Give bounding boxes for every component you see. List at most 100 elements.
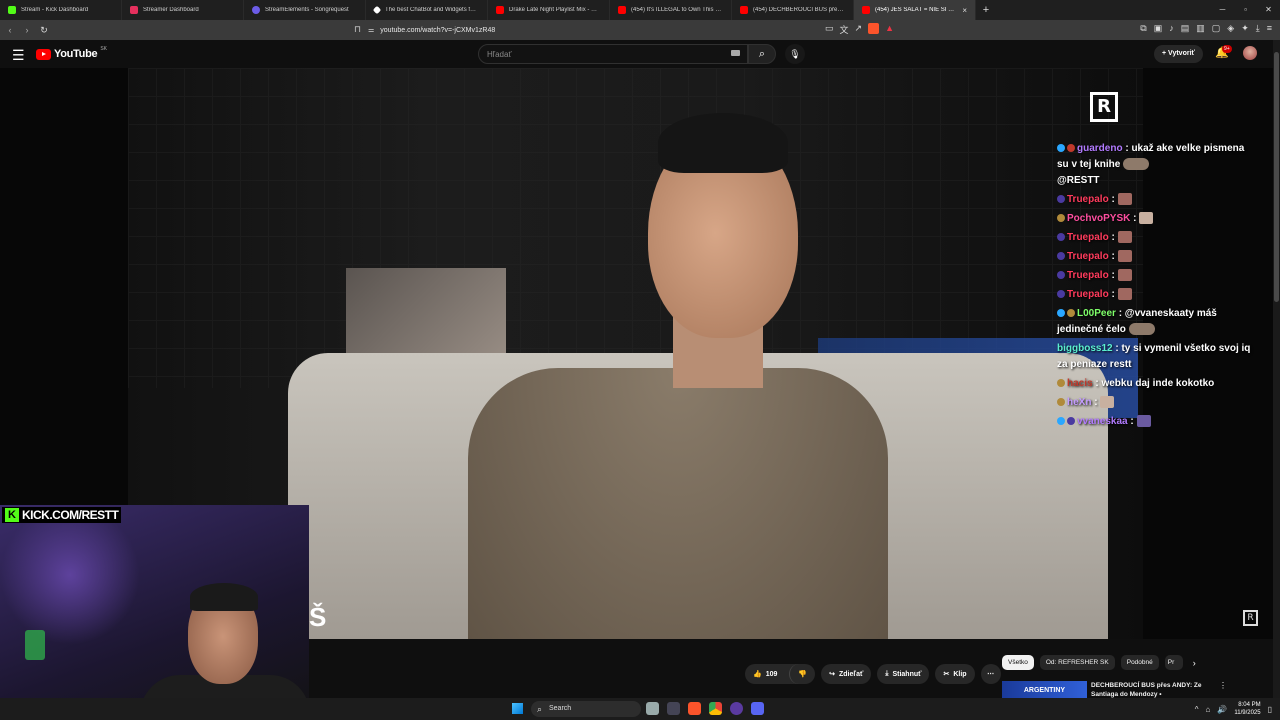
chat-text: : bbox=[1111, 251, 1115, 262]
scrollbar-thumb[interactable] bbox=[1274, 52, 1279, 302]
person-body bbox=[468, 368, 888, 639]
site-info-icon[interactable]: ⚌ bbox=[368, 26, 374, 34]
vpn-icon[interactable]: ◈ bbox=[1227, 23, 1234, 34]
emote-icon bbox=[1128, 323, 1155, 336]
tab-label: (454) It's ILLEGAL to Own This 90's H bbox=[631, 7, 723, 13]
chat-username: Truepalo bbox=[1067, 194, 1109, 205]
rewards-icon[interactable]: ▲ bbox=[885, 23, 894, 36]
close-tab-icon[interactable]: × bbox=[962, 6, 967, 15]
minimize-icon[interactable]: ─ bbox=[1211, 0, 1234, 20]
like-button[interactable]: 👍 109 bbox=[745, 664, 785, 684]
cam-glow bbox=[0, 505, 140, 645]
chat-message: guardeno : ukaž ake velke pismena su v t… bbox=[1057, 141, 1257, 189]
extensions-icon[interactable]: ⧉ bbox=[1140, 23, 1146, 34]
taskbar-search[interactable]: Search bbox=[531, 701, 641, 717]
tab-chatbot[interactable]: The best ChatBot and Widgets for K bbox=[366, 0, 488, 20]
recommendation-filter-chips: Všetko Od: REFRESHER SK Podobné Pr › bbox=[1002, 655, 1196, 670]
discord-icon[interactable] bbox=[751, 702, 764, 715]
voice-search-button[interactable]: 🎙 bbox=[785, 44, 805, 64]
maximize-icon[interactable]: ▫ bbox=[1234, 0, 1257, 20]
badge-icon bbox=[1057, 379, 1065, 388]
reading-list-icon[interactable]: ▤ bbox=[1181, 23, 1190, 34]
reload-icon[interactable]: ↻ bbox=[37, 25, 51, 36]
youtube-favicon-icon bbox=[496, 6, 504, 14]
translate-icon[interactable]: 文 bbox=[840, 23, 849, 36]
page-scrollbar[interactable] bbox=[1273, 40, 1280, 698]
chip-more[interactable]: Pr bbox=[1164, 655, 1183, 670]
search-input[interactable]: Hľadať bbox=[478, 44, 748, 64]
dislike-button[interactable]: 👎 bbox=[789, 664, 815, 684]
more-actions-button[interactable]: ⋯ bbox=[980, 664, 1001, 684]
create-label: Vytvoriť bbox=[1168, 50, 1195, 57]
tab-label: Streamer Dashboard bbox=[143, 7, 199, 13]
file-explorer-icon[interactable] bbox=[646, 702, 659, 715]
leo-icon[interactable]: ✦ bbox=[1241, 23, 1249, 34]
emote-icon bbox=[1139, 212, 1154, 225]
chat-text: @RESTT bbox=[1057, 175, 1100, 186]
create-button[interactable]: + Vytvoriť bbox=[1154, 45, 1203, 63]
cast-icon[interactable]: ▭ bbox=[825, 23, 834, 36]
tab-streamer-dashboard[interactable]: Streamer Dashboard bbox=[122, 0, 244, 20]
volume-icon[interactable]: 🔊 bbox=[1217, 705, 1227, 714]
country-code: SK bbox=[100, 46, 107, 52]
tab-label: StreamElements - Songrequest bbox=[265, 7, 349, 13]
streamelements-favicon-icon bbox=[252, 6, 260, 14]
tab-streamelements[interactable]: StreamElements - Songrequest bbox=[244, 0, 366, 20]
brave-icon[interactable] bbox=[688, 702, 701, 715]
chrome-icon[interactable] bbox=[709, 702, 722, 715]
chat-username: Truepalo bbox=[1067, 270, 1109, 281]
windows-start-icon[interactable] bbox=[512, 703, 523, 714]
menu-icon[interactable]: ≡ bbox=[1267, 23, 1272, 34]
chevron-right-icon[interactable]: › bbox=[1193, 658, 1196, 668]
emote-icon bbox=[1136, 415, 1151, 428]
tab-illegal-90s[interactable]: (454) It's ILLEGAL to Own This 90's H bbox=[610, 0, 732, 20]
bookmark-icon[interactable]: ⊓ bbox=[354, 24, 361, 35]
forward-icon[interactable]: › bbox=[20, 25, 34, 35]
tab-label: (454) DECHBEROUCÍ BUS přes ANDY bbox=[753, 7, 845, 13]
chatbot-favicon-icon bbox=[372, 5, 382, 15]
badge-icon bbox=[1057, 252, 1065, 261]
network-icon[interactable]: ⌂ bbox=[1206, 705, 1211, 714]
new-tab-button[interactable]: + bbox=[976, 4, 996, 16]
back-icon[interactable]: ‹ bbox=[3, 25, 17, 35]
split-view-icon[interactable]: ▥ bbox=[1196, 23, 1205, 34]
music-icon[interactable]: ♪ bbox=[1169, 23, 1174, 34]
youtube-logo[interactable]: YouTube SK bbox=[36, 46, 107, 60]
avatar[interactable] bbox=[1243, 46, 1257, 60]
wallet-icon[interactable]: ▢ bbox=[1212, 23, 1221, 34]
tab-drake-playlist[interactable]: Drake Late Night Playlist Mix - Comi bbox=[488, 0, 610, 20]
branding-watermark-icon[interactable]: R bbox=[1243, 610, 1258, 626]
chat-username: Truepalo bbox=[1067, 251, 1109, 262]
brave-shield-icon[interactable] bbox=[868, 23, 880, 34]
search-button[interactable]: ⌕ bbox=[748, 44, 776, 64]
kick-logo-icon: K bbox=[5, 508, 19, 522]
clock[interactable]: 8:04 PM 11/9/2025 bbox=[1234, 701, 1260, 717]
chip-all[interactable]: Všetko bbox=[1002, 655, 1034, 670]
youtube-favicon-icon bbox=[862, 6, 870, 14]
notification-center-icon[interactable]: ▯ bbox=[1268, 705, 1272, 714]
chip-related[interactable]: Podobné bbox=[1120, 655, 1159, 670]
share-page-icon[interactable]: ↗ bbox=[855, 23, 863, 36]
keyboard-icon[interactable] bbox=[731, 50, 740, 56]
obs-icon[interactable] bbox=[730, 702, 743, 715]
close-window-icon[interactable]: ✕ bbox=[1257, 0, 1280, 20]
task-manager-icon[interactable] bbox=[667, 702, 680, 715]
chat-text: : bbox=[1094, 397, 1098, 408]
hamburger-menu-icon[interactable]: ☰ bbox=[12, 47, 25, 64]
sidebar-icon[interactable]: ▣ bbox=[1154, 23, 1163, 34]
tab-kick-dashboard[interactable]: Stream - Kick Dashboard bbox=[0, 0, 122, 20]
chat-message: Truepalo : bbox=[1057, 230, 1257, 246]
tab-bus-andy[interactable]: (454) DECHBEROUCÍ BUS přes ANDY bbox=[732, 0, 854, 20]
channel-watermark-logo: R bbox=[1090, 92, 1118, 122]
sub-badge-icon bbox=[1057, 309, 1065, 318]
chip-from-channel[interactable]: Od: REFRESHER SK bbox=[1039, 655, 1115, 670]
tab-active-video[interactable]: (454) JEŠ ŠALÁT = NIE SI CHL × bbox=[854, 0, 976, 20]
downloads-icon[interactable]: ⤓ bbox=[1256, 23, 1260, 34]
share-button[interactable]: ↪ Zdieľať bbox=[821, 664, 872, 684]
download-button[interactable]: ⤓ Stiahnuť bbox=[877, 664, 930, 684]
chat-username: heXn bbox=[1067, 397, 1092, 408]
clip-button[interactable]: ✂ Klip bbox=[935, 664, 975, 684]
tab-label: (454) JEŠ ŠALÁT = NIE SI CHL bbox=[875, 7, 958, 13]
clock-date: 11/9/2025 bbox=[1234, 710, 1261, 716]
tray-overflow-icon[interactable]: ^ bbox=[1195, 705, 1199, 714]
